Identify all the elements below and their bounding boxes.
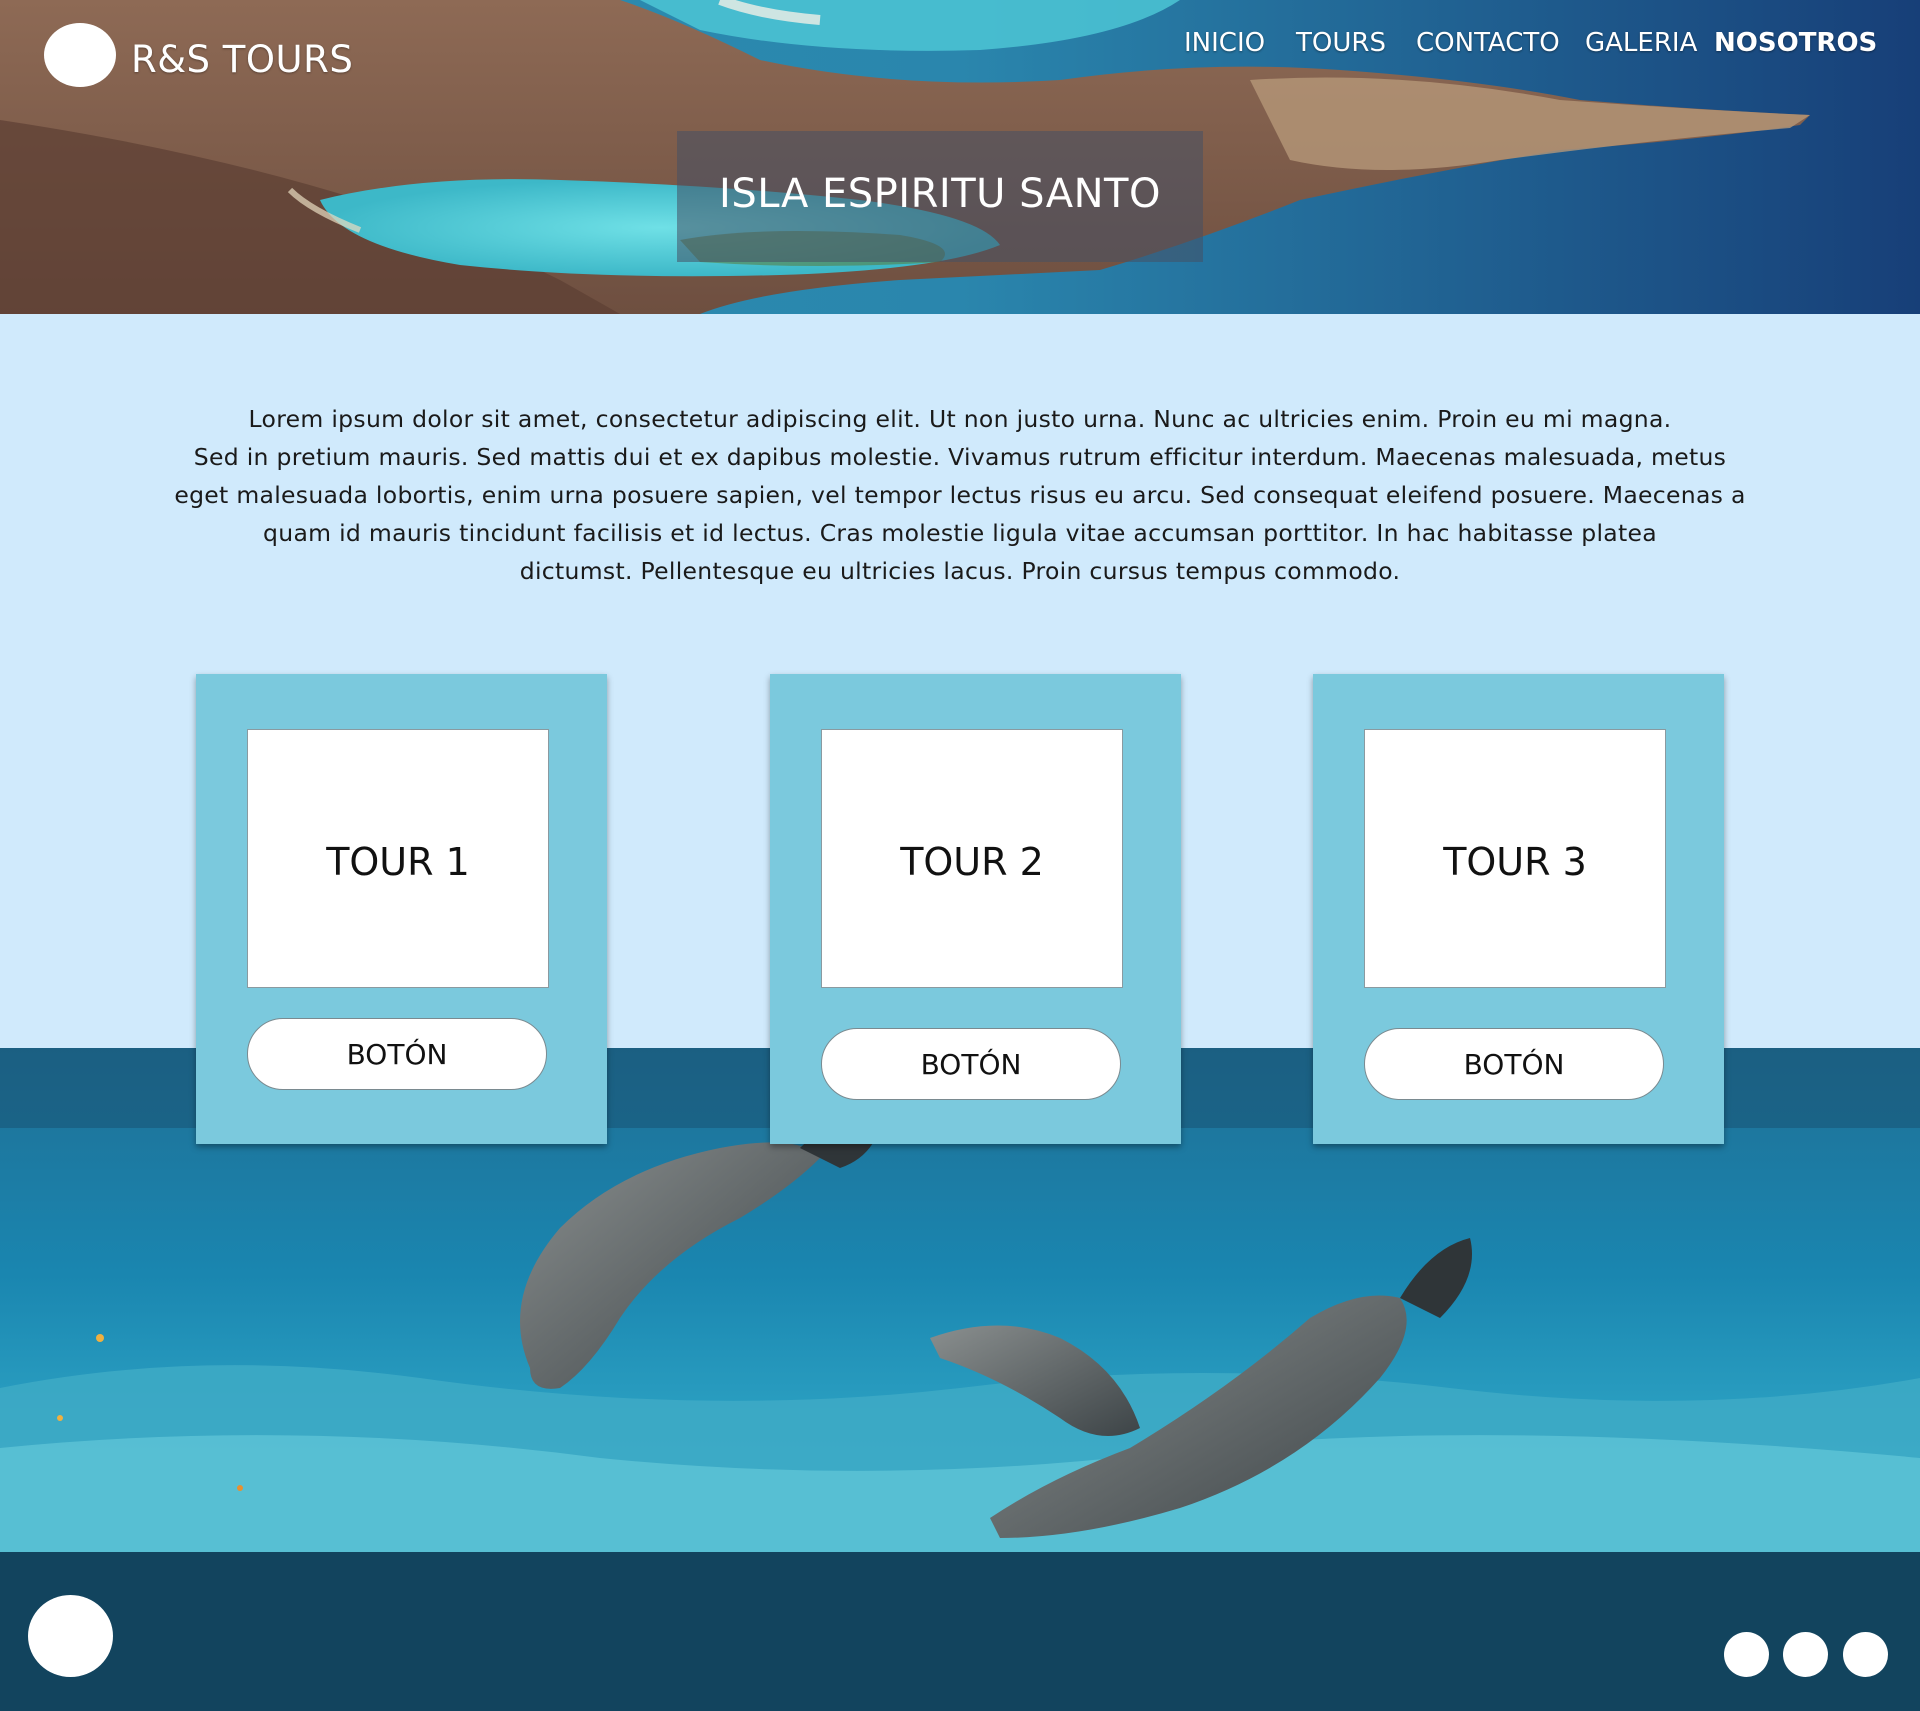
nav-item-contacto[interactable]: CONTACTO — [1416, 28, 1560, 58]
tour-1-button[interactable]: BOTÓN — [247, 1018, 547, 1090]
footer — [0, 1552, 1920, 1711]
intro-paragraph: Lorem ipsum dolor sit amet, consectetur … — [150, 400, 1770, 590]
nav-item-inicio[interactable]: INICIO — [1184, 28, 1265, 58]
intro-line: eget malesuada lobortis, enim urna posue… — [174, 481, 1746, 509]
tour-title: TOUR 1 — [326, 840, 470, 884]
tour-card-1: TOUR 1 BOTÓN — [196, 674, 607, 1144]
social-icon-1[interactable] — [1724, 1632, 1769, 1677]
tour-3-button[interactable]: BOTÓN — [1364, 1028, 1664, 1100]
hero-title-overlay: ISLA ESPIRITU SANTO — [677, 131, 1203, 262]
tour-title: TOUR 3 — [1443, 840, 1587, 884]
nav-item-galeria[interactable]: GALERIA — [1585, 28, 1697, 58]
tour-card-2: TOUR 2 BOTÓN — [770, 674, 1181, 1144]
intro-line: Lorem ipsum dolor sit amet, consectetur … — [248, 405, 1672, 433]
intro-line: quam id mauris tincidunt facilisis et id… — [263, 519, 1657, 547]
social-icon-2[interactable] — [1783, 1632, 1828, 1677]
tour-2-button[interactable]: BOTÓN — [821, 1028, 1121, 1100]
tour-title: TOUR 2 — [900, 840, 1044, 884]
nav-item-nosotros[interactable]: NOSOTROS — [1714, 28, 1877, 58]
hero-banner: R&S TOURS INICIO TOURS CONTACTO GALERIA … — [0, 0, 1920, 314]
hero-title: ISLA ESPIRITU SANTO — [719, 171, 1161, 217]
tour-image-placeholder[interactable]: TOUR 2 — [821, 729, 1123, 988]
tour-card-3: TOUR 3 BOTÓN — [1313, 674, 1724, 1144]
footer-logo-icon[interactable] — [28, 1595, 113, 1677]
main-nav: INICIO TOURS CONTACTO GALERIA NOSOTROS — [0, 28, 1920, 68]
tour-image-placeholder[interactable]: TOUR 3 — [1364, 729, 1666, 988]
social-icon-3[interactable] — [1843, 1632, 1888, 1677]
intro-line: dictumst. Pellentesque eu ultricies lacu… — [519, 557, 1401, 585]
tour-image-placeholder[interactable]: TOUR 1 — [247, 729, 549, 988]
intro-line: Sed in pretium mauris. Sed mattis dui et… — [193, 443, 1727, 471]
nav-item-tours[interactable]: TOURS — [1296, 28, 1386, 58]
